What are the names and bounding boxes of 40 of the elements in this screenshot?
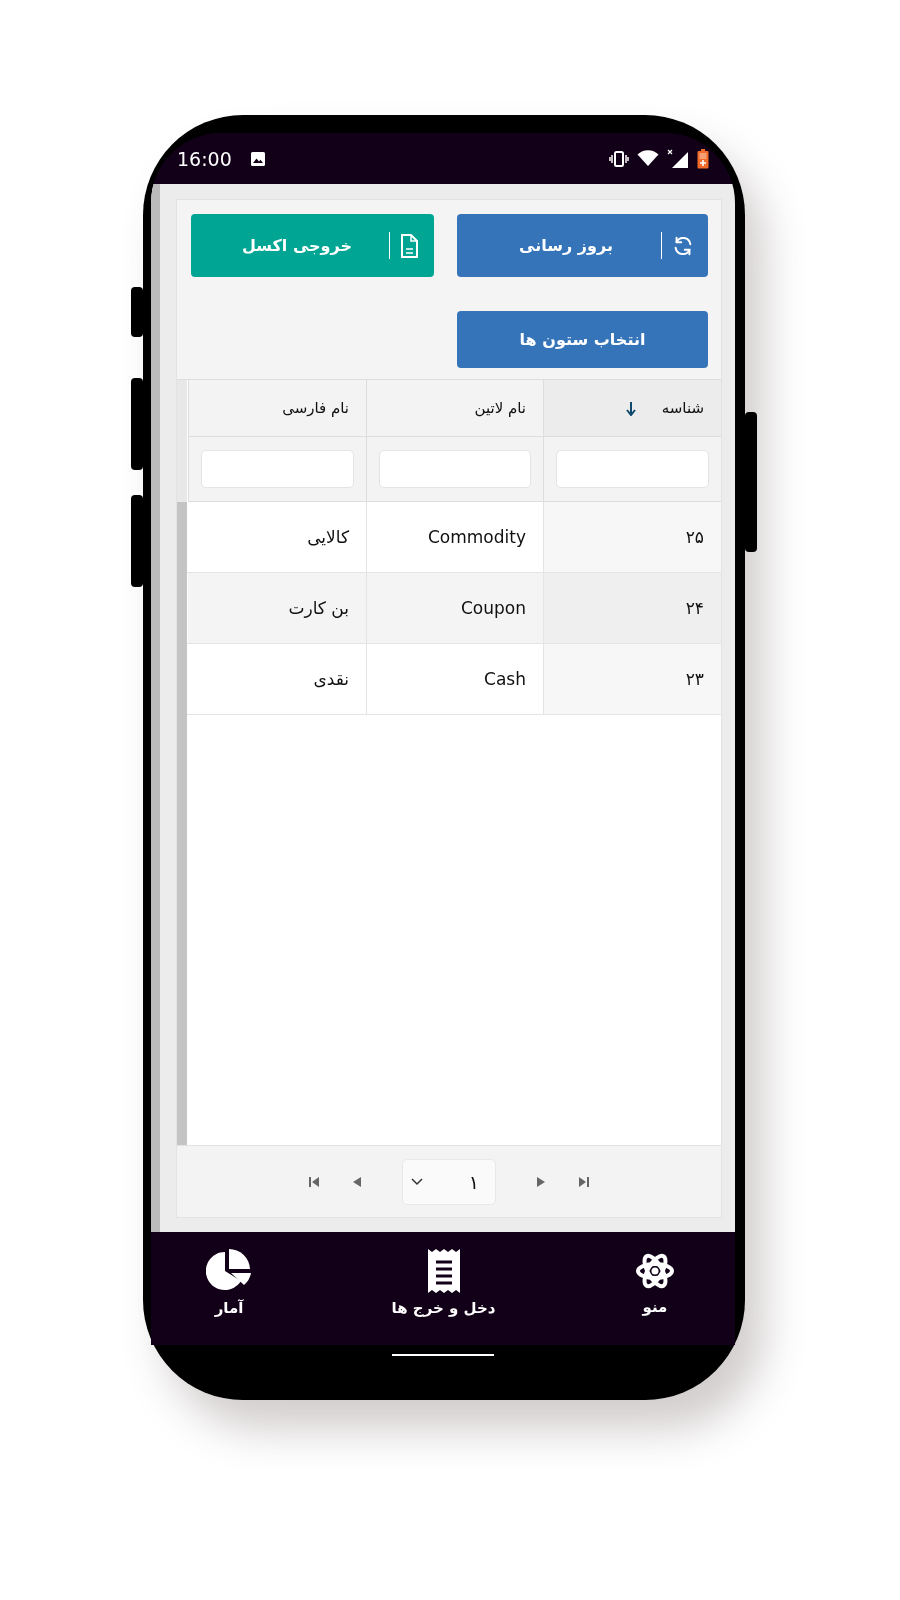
side-button[interactable] <box>131 287 143 337</box>
side-button[interactable] <box>131 495 143 587</box>
chevron-down-icon <box>411 1177 423 1186</box>
table-cell: بن کارت <box>188 573 366 643</box>
next-page-icon[interactable] <box>536 1175 546 1188</box>
filter-field[interactable] <box>379 450 531 488</box>
clock-time: 16:00 <box>177 147 232 170</box>
table-cell: ۲۵ <box>543 502 721 572</box>
home-indicator[interactable] <box>392 1354 494 1356</box>
refresh-button[interactable]: بروز رسانی <box>457 214 708 277</box>
last-page-icon[interactable] <box>578 1175 590 1188</box>
refresh-icon <box>672 234 694 257</box>
table-cell: Coupon <box>366 573 543 643</box>
battery-icon <box>697 148 709 169</box>
receipt-icon <box>427 1248 460 1293</box>
filter-field[interactable] <box>556 450 709 488</box>
table-cell: ۲۴ <box>543 573 721 643</box>
vibrate-icon <box>609 150 629 167</box>
column-header[interactable]: نام فارسی <box>188 380 366 437</box>
scrollbar[interactable] <box>177 502 187 1145</box>
pie-chart-icon <box>206 1248 252 1293</box>
file-icon <box>400 232 420 259</box>
nav-item[interactable]: دخل و خرج ها <box>391 1232 496 1345</box>
side-button[interactable] <box>745 412 757 552</box>
select-columns-button[interactable]: انتخاب ستون ها <box>457 311 708 368</box>
side-button[interactable] <box>131 378 143 470</box>
signal-icon <box>667 148 689 169</box>
page-select[interactable]: ۱ <box>402 1158 496 1205</box>
sorted-column-header[interactable]: شناسه <box>543 380 721 437</box>
table-cell: ۲۳ <box>543 644 721 714</box>
image-icon <box>249 150 266 167</box>
sort-arrow-icon <box>625 400 636 416</box>
previous-page-icon[interactable] <box>352 1175 362 1188</box>
nav-item[interactable]: آمار <box>206 1232 252 1345</box>
filter-field[interactable] <box>201 450 354 488</box>
nav-item[interactable]: منو <box>635 1232 675 1345</box>
column-label: شناسه <box>661 399 704 417</box>
first-page-icon[interactable] <box>308 1175 320 1188</box>
column-header[interactable]: نام لاتین <box>366 380 543 437</box>
wifi-icon <box>637 150 659 167</box>
